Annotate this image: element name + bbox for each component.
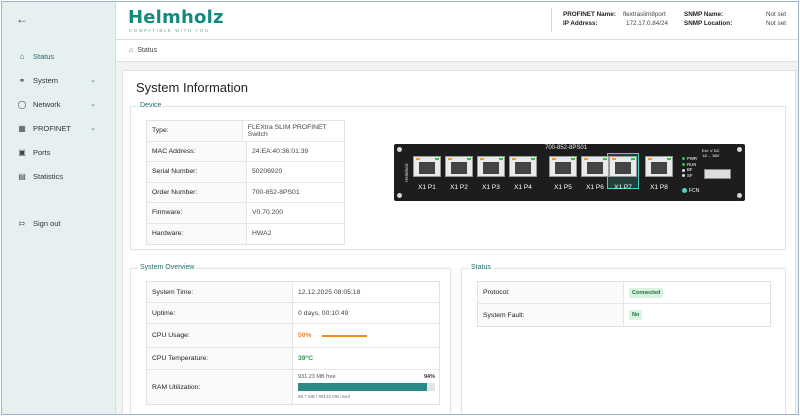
chevron-down-icon: ⌄ bbox=[90, 77, 96, 84]
fcn-led: FCN bbox=[682, 188, 699, 194]
helmholz-logo: Helmholz COMPATIBLE WITH YOU bbox=[128, 7, 224, 33]
ethernet-port-icon[interactable] bbox=[413, 156, 441, 177]
table-row: Uptime: 0 days, 00:10:49 bbox=[147, 303, 439, 324]
table-row: CPU Usage: 50% bbox=[147, 324, 439, 348]
sidebar-item-label: System bbox=[33, 75, 59, 85]
system-overview-section: System Overview System Time: 12.12.2025 … bbox=[130, 264, 451, 414]
profinet-name-info: PROFINET Name: flextraslim8port bbox=[563, 11, 666, 18]
sidebar-item-system[interactable]: ⚭ System ⌄ bbox=[2, 71, 116, 89]
back-arrow-icon[interactable]: ← bbox=[16, 12, 28, 26]
port-label: X1 P2 bbox=[450, 184, 468, 191]
power-label: Ext. V DC 18 ... 36V bbox=[702, 148, 720, 158]
port-icon: ▣ bbox=[18, 147, 26, 157]
top-header: Helmholz COMPATIBLE WITH YOU PROFINET Na… bbox=[116, 2, 798, 40]
table-row: Order Number: 700-852-8PS01 bbox=[147, 182, 344, 203]
device-info-table: Type: FLEXtra SLIM PROFINET Switch MAC A… bbox=[146, 120, 345, 245]
ram-progress-fill bbox=[298, 383, 427, 391]
home-icon[interactable]: ⌂ bbox=[129, 47, 133, 54]
sidebar-item-statistics[interactable]: ▤ Statistics bbox=[2, 167, 116, 185]
status-badge: No bbox=[629, 310, 643, 320]
page-title: System Information bbox=[136, 80, 248, 95]
port-label: X1 P8 bbox=[650, 184, 668, 191]
table-row: System Time: 12.12.2025 08:05:18 bbox=[147, 282, 439, 303]
sidebar: ← ⌂ Status ⚭ System ⌄ ◯ Network ⌄ ▦ PROF… bbox=[2, 2, 116, 414]
device-section: Device Type: FLEXtra SLIM PROFINET Switc… bbox=[130, 102, 786, 250]
main-card: System Information Device Type: FLEXtra … bbox=[122, 70, 796, 414]
table-row: RAM Utilization: 931.23 MB free 94% 68.7… bbox=[147, 370, 439, 404]
port-label: X1 P3 bbox=[482, 184, 500, 191]
sidebar-item-label: Sign out bbox=[33, 218, 61, 228]
status-section: Status Protocol: Connected System Fault:… bbox=[461, 264, 786, 414]
table-row: Serial Number: 50206920 bbox=[147, 162, 344, 183]
section-title: Status bbox=[469, 264, 493, 271]
ethernet-port-icon[interactable] bbox=[477, 156, 505, 177]
sidebar-item-network[interactable]: ◯ Network ⌄ bbox=[2, 95, 116, 113]
port-label: X1 P1 bbox=[418, 184, 436, 191]
device-model-label: 700-852-8PS01 bbox=[545, 145, 588, 151]
table-row: MAC Address: 24:EA:40:36:01:39 bbox=[147, 141, 344, 162]
ram-progress-track bbox=[298, 383, 435, 391]
sidebar-item-label: Network bbox=[33, 99, 61, 109]
sidebar-item-label: Ports bbox=[33, 147, 51, 157]
status-table: Protocol: Connected System Fault: No bbox=[477, 281, 771, 327]
chevron-down-icon: ⌄ bbox=[90, 101, 96, 108]
ethernet-port-icon[interactable] bbox=[549, 156, 577, 177]
snmp-location-info: SNMP Location: Not set bbox=[684, 20, 786, 27]
ethernet-port-icon[interactable] bbox=[581, 156, 609, 177]
sidebar-item-label: Status bbox=[33, 51, 55, 61]
ethernet-port-icon[interactable] bbox=[609, 156, 637, 177]
ip-address-info: IP Address: 172.17.0.84/24 bbox=[563, 20, 669, 27]
section-title: System Overview bbox=[138, 264, 197, 271]
chevron-down-icon: ⌄ bbox=[90, 125, 96, 132]
app-window: ← ⌂ Status ⚭ System ⌄ ◯ Network ⌄ ▦ PROF… bbox=[1, 1, 799, 415]
globe-icon: ◯ bbox=[17, 99, 27, 109]
table-row: CPU Temperature: 39°C bbox=[147, 348, 439, 370]
port-label: X1 P5 bbox=[554, 184, 572, 191]
screw-icon bbox=[737, 147, 742, 152]
status-badge: Connected bbox=[629, 287, 664, 298]
home-icon: ⌂ bbox=[19, 51, 25, 61]
screw-icon bbox=[397, 193, 402, 198]
sidebar-item-sign-out[interactable]: ⇰ Sign out bbox=[2, 214, 116, 232]
port-label: X1 P6 bbox=[586, 184, 604, 191]
status-leds: PWR RUN BF SF bbox=[682, 156, 697, 178]
table-row: Firmware: V0.70.200 bbox=[147, 203, 344, 224]
snmp-name-info: SNMP Name: Not set bbox=[684, 11, 786, 18]
sidebar-item-profinet[interactable]: ▦ PROFINET ⌄ bbox=[2, 119, 116, 137]
cpu-temperature-value: 39°C bbox=[298, 355, 314, 362]
system-overview-table: System Time: 12.12.2025 08:05:18 Uptime:… bbox=[146, 281, 440, 405]
signout-icon: ⇰ bbox=[18, 218, 26, 228]
link-icon: ⚭ bbox=[18, 75, 26, 85]
header-divider bbox=[551, 8, 552, 32]
table-row: Protocol: Connected bbox=[478, 282, 770, 304]
ethernet-port-icon[interactable] bbox=[645, 156, 673, 177]
breadcrumb: ⌂ Status bbox=[116, 40, 798, 62]
breadcrumb-item[interactable]: Status bbox=[137, 47, 157, 54]
ram-progress: 931.23 MB free 94% 68.7 MB / 99133 MB us… bbox=[298, 374, 435, 399]
sidebar-item-label: Statistics bbox=[33, 171, 64, 181]
sidebar-item-status[interactable]: ⌂ Status bbox=[2, 47, 116, 65]
ethernet-port-icon[interactable] bbox=[445, 156, 473, 177]
device-image: Helmholz 700-852-8PS01 X1 P1 X1 P2 X1 P3… bbox=[394, 144, 745, 201]
grid-icon: ▦ bbox=[18, 123, 26, 133]
sidebar-item-label: PROFINET bbox=[33, 123, 71, 133]
cpu-usage-value: 50% bbox=[298, 332, 312, 339]
port-label: X1 P4 bbox=[514, 184, 532, 191]
cpu-usage-sparkline bbox=[322, 335, 367, 337]
screw-icon bbox=[397, 147, 402, 152]
screw-icon bbox=[737, 193, 742, 198]
table-row: System Fault: No bbox=[478, 304, 770, 326]
device-brand: Helmholz bbox=[404, 163, 409, 182]
table-row: Type: FLEXtra SLIM PROFINET Switch bbox=[147, 121, 344, 142]
ethernet-port-icon[interactable] bbox=[509, 156, 537, 177]
chart-icon: ▤ bbox=[18, 171, 26, 181]
port-label: X1 P7 bbox=[614, 184, 632, 191]
sidebar-item-ports[interactable]: ▣ Ports bbox=[2, 143, 116, 161]
power-terminal bbox=[704, 169, 731, 179]
section-title: Device bbox=[138, 102, 164, 109]
table-row: Hardware: HWA2 bbox=[147, 223, 344, 244]
